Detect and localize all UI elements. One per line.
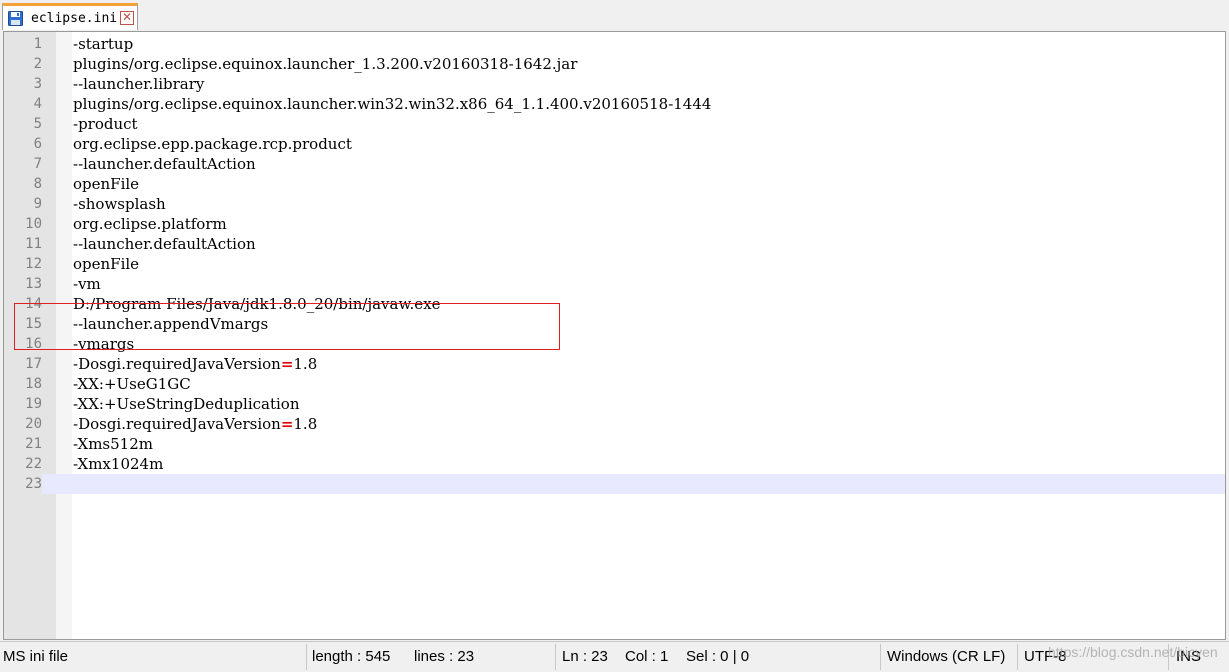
editor-line[interactable]: 1 -startup [4, 34, 1225, 54]
tab-label: eclipse.ini [31, 11, 118, 26]
status-bar: MS ini file length : 545 lines : 23 Ln :… [0, 641, 1229, 672]
line-number: 19 [25, 396, 42, 412]
editor-line[interactable]: 2 plugins/org.eclipse.equinox.launcher_1.… [4, 54, 1225, 74]
line-text: -vmargs [73, 335, 135, 353]
editor-line[interactable]: 17 -Dosgi.requiredJavaVersion=1.8 [4, 354, 1225, 374]
editor-line[interactable]: 10 org.eclipse.platform [4, 214, 1225, 234]
operator-equals: = [280, 355, 294, 373]
editor-line[interactable]: 14 D:/Program Files/Java/jdk1.8.0_20/bin/… [4, 294, 1225, 314]
line-number: 20 [25, 416, 42, 432]
line-text: -Dosgi.requiredJavaVersion=1.8 [73, 415, 318, 433]
editor-line[interactable]: 6 org.eclipse.epp.package.rcp.product [4, 134, 1225, 154]
line-text: -startup [73, 35, 134, 53]
line-number: 5 [33, 116, 42, 132]
line-text: org.eclipse.epp.package.rcp.product [73, 135, 352, 153]
line-text: -XX:+UseStringDeduplication [73, 395, 300, 413]
status-sel: Sel : 0 | 0 [686, 648, 750, 665]
tab-eclipse-ini[interactable]: eclipse.ini ✕ [2, 3, 138, 30]
editor-line[interactable]: 12 openFile [4, 254, 1225, 274]
line-text: --launcher.library [73, 75, 205, 93]
line-number: 1 [33, 36, 42, 52]
line-text: openFile [73, 255, 140, 273]
line-text: --launcher.defaultAction [73, 155, 256, 173]
line-text: org.eclipse.platform [73, 215, 227, 233]
editor-line[interactable]: 9 -showsplash [4, 194, 1225, 214]
editor-line[interactable]: 18 -XX:+UseG1GC [4, 374, 1225, 394]
editor-line[interactable]: 13 -vm [4, 274, 1225, 294]
line-number: 18 [25, 376, 42, 392]
operator-equals: = [280, 415, 294, 433]
status-divider [1168, 644, 1169, 670]
line-text: -Xms512m [73, 435, 153, 453]
editor-line[interactable]: 7 --launcher.defaultAction [4, 154, 1225, 174]
line-number: 21 [25, 436, 42, 452]
status-lines: lines : 23 [414, 648, 475, 665]
editor-line[interactable]: 23 [4, 474, 1225, 494]
line-number: 16 [25, 336, 42, 352]
line-text: -showsplash [73, 195, 166, 213]
editor-line[interactable]: 15 --launcher.appendVmargs [4, 314, 1225, 334]
line-number: 4 [33, 96, 42, 112]
line-text: plugins/org.eclipse.equinox.launcher_1.3… [73, 55, 578, 73]
line-number: 12 [25, 256, 42, 272]
status-col: Col : 1 [625, 648, 669, 665]
status-divider [1017, 644, 1018, 670]
line-number: 17 [25, 356, 42, 372]
status-file-type: MS ini file [3, 648, 69, 665]
status-ln: Ln : 23 [562, 648, 608, 665]
status-eol: Windows (CR LF) [887, 648, 1006, 665]
editor-line[interactable]: 3 --launcher.library [4, 74, 1225, 94]
editor-line[interactable]: 19 -XX:+UseStringDeduplication [4, 394, 1225, 414]
line-number: 13 [25, 276, 42, 292]
line-number: 14 [25, 296, 42, 312]
editor-line[interactable]: 21 -Xms512m [4, 434, 1225, 454]
line-number: 9 [33, 196, 42, 212]
line-number: 10 [25, 216, 42, 232]
status-length: length : 545 [312, 648, 391, 665]
line-number: 3 [33, 76, 42, 92]
status-mode: INS [1176, 648, 1202, 665]
line-text: -product [73, 115, 138, 133]
save-disk-icon [8, 11, 23, 26]
tab-bar: eclipse.ini ✕ [0, 0, 1229, 31]
line-text: --launcher.defaultAction [73, 235, 256, 253]
line-number: 15 [25, 316, 42, 332]
line-number: 2 [33, 56, 42, 72]
line-number: 8 [33, 176, 42, 192]
text-editor[interactable]: 1 -startup 2 plugins/org.eclipse.equinox.la… [3, 31, 1226, 640]
line-text: -Dosgi.requiredJavaVersion=1.8 [73, 355, 318, 373]
line-text: -vm [73, 275, 101, 293]
status-encoding: UTF-8 [1024, 648, 1067, 665]
line-number: 11 [25, 236, 42, 252]
close-icon[interactable]: ✕ [120, 11, 134, 25]
editor-line[interactable]: 16 -vmargs [4, 334, 1225, 354]
editor-line[interactable]: 8 openFile [4, 174, 1225, 194]
line-text: --launcher.appendVmargs [73, 315, 269, 333]
editor-line[interactable]: 20 -Dosgi.requiredJavaVersion=1.8 [4, 414, 1225, 434]
editor-line[interactable]: 5 -product [4, 114, 1225, 134]
editor-line[interactable]: 22 -Xmx1024m [4, 454, 1225, 474]
status-divider [555, 644, 556, 670]
line-number: 23 [4, 474, 42, 494]
status-divider [306, 644, 307, 670]
line-text: plugins/org.eclipse.equinox.launcher.win… [73, 95, 712, 113]
status-divider [880, 644, 881, 670]
line-number: 7 [33, 156, 42, 172]
line-number: 6 [33, 136, 42, 152]
line-text: -XX:+UseG1GC [73, 375, 191, 393]
editor-line[interactable]: 4 plugins/org.eclipse.equinox.launcher.wi… [4, 94, 1225, 114]
line-text: D:/Program Files/Java/jdk1.8.0_20/bin/ja… [73, 295, 441, 313]
editor-lines: 1 -startup 2 plugins/org.eclipse.equinox.la… [4, 34, 1225, 494]
editor-line[interactable]: 11 --launcher.defaultAction [4, 234, 1225, 254]
line-number: 22 [25, 456, 42, 472]
line-text: -Xmx1024m [73, 455, 164, 473]
line-text: openFile [73, 175, 140, 193]
